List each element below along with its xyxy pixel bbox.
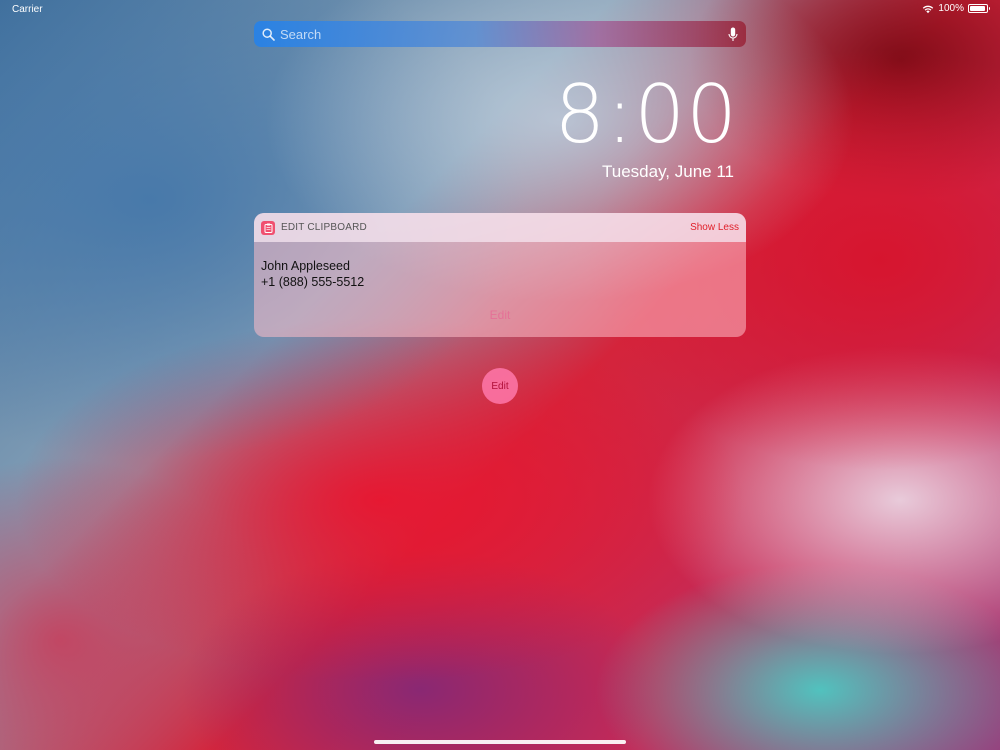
clock-date: Tuesday, June 11: [602, 162, 734, 181]
search-bar[interactable]: [254, 21, 746, 47]
mic-icon[interactable]: [728, 27, 738, 42]
clock-time: 8:00: [554, 68, 738, 161]
notification-header: EDIT CLIPBOARD Show Less: [254, 213, 746, 242]
lock-screen: Carrier 100% 8:00 Tuesday, June 11: [0, 0, 1000, 750]
notification-contact-phone: +1 (888) 555-5512: [261, 275, 365, 289]
clipboard-icon: [261, 220, 275, 235]
show-less-button[interactable]: Show Less: [690, 222, 739, 233]
wifi-icon: [923, 5, 934, 13]
status-indicators: 100%: [922, 3, 990, 14]
notification-edit-button[interactable]: Edit: [254, 308, 746, 322]
carrier-label: Carrier: [12, 4, 43, 15]
home-indicator[interactable]: [374, 740, 626, 744]
search-icon: [262, 27, 275, 41]
search-input[interactable]: [280, 26, 728, 42]
clipboard-notification[interactable]: EDIT CLIPBOARD Show Less John Appleseed …: [254, 213, 746, 337]
battery-percent: 100%: [938, 3, 964, 14]
battery-icon: [968, 4, 990, 13]
notification-app-name: EDIT CLIPBOARD: [281, 222, 367, 233]
notification-contact-name: John Appleseed: [261, 259, 350, 273]
notification-body: John Appleseed +1 (888) 555-5512: [254, 242, 746, 290]
status-bar: Carrier 100%: [0, 0, 1000, 18]
edit-action-button[interactable]: Edit: [482, 368, 518, 404]
